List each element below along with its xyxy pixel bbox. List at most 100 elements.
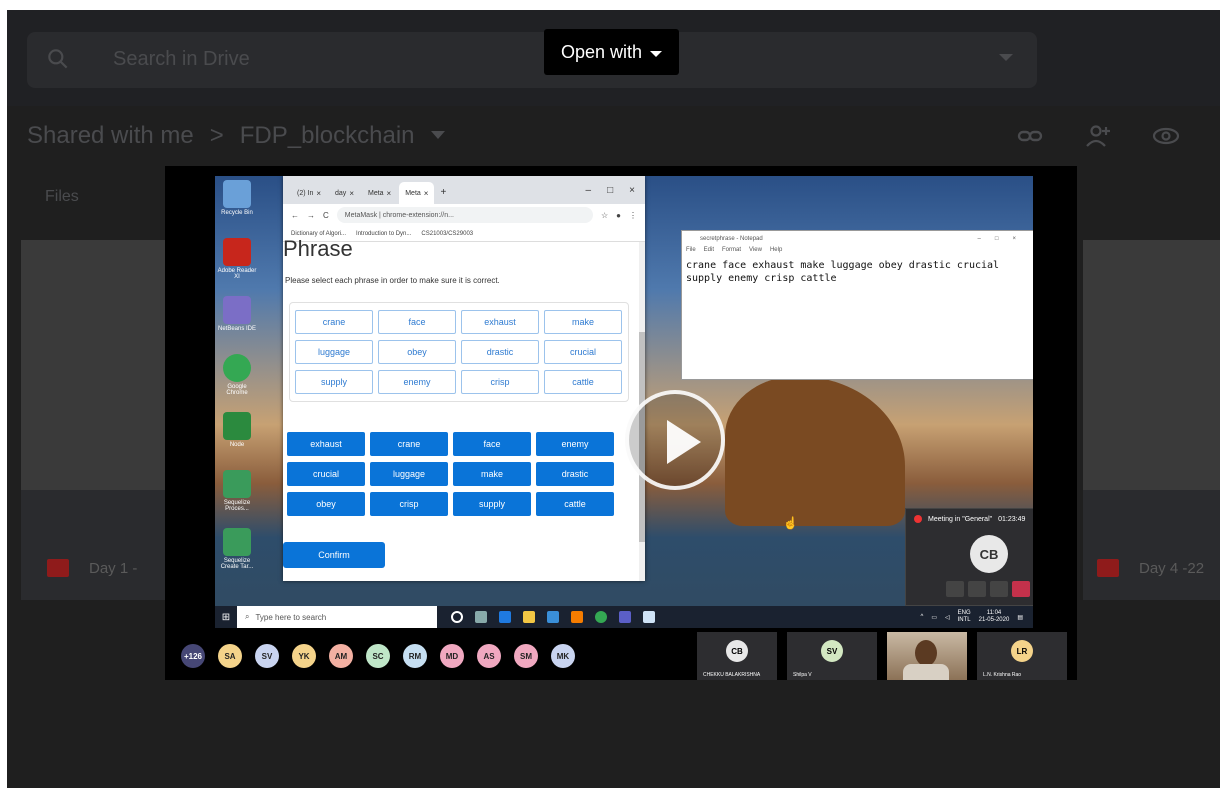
menu-file[interactable]: File (686, 247, 696, 257)
word-chip-drastic[interactable]: drastic (461, 340, 539, 364)
participant-overflow[interactable]: +126 (181, 644, 205, 668)
teams-taskbar-icon[interactable] (619, 611, 631, 623)
vlc-icon[interactable] (571, 611, 583, 623)
back-icon[interactable]: ← (291, 211, 299, 220)
participant-avatar[interactable]: YK (292, 644, 316, 668)
taskbar-search-input[interactable]: Type here to search (255, 613, 326, 622)
maximize-icon[interactable]: □ (607, 185, 613, 196)
search-input[interactable]: Search in Drive (113, 48, 250, 71)
menu-view[interactable]: View (749, 247, 762, 257)
play-button[interactable] (625, 390, 725, 490)
tab-4[interactable]: Meta × (399, 182, 435, 204)
chrome-taskbar-icon[interactable] (595, 611, 607, 623)
confirm-button[interactable]: Confirm (283, 542, 385, 568)
notifications-icon[interactable]: ▤ (1017, 614, 1023, 621)
close-icon[interactable]: × (316, 189, 321, 198)
word-chip-make[interactable]: make (544, 310, 622, 334)
word-chip-crisp[interactable]: crisp (461, 370, 539, 394)
file-card-left[interactable]: Day 1 - (21, 240, 167, 600)
tab-1[interactable]: (2) In × (291, 182, 328, 204)
participant-avatar[interactable]: SA (218, 644, 242, 668)
video-player[interactable]: Recycle Bin Adobe Reader XI NetBeans IDE… (165, 166, 1077, 680)
participant-avatar[interactable]: SV (255, 644, 279, 668)
bookmark-item[interactable]: Introduction to Dyn... (356, 231, 411, 237)
word-chip-crucial[interactable]: crucial (287, 462, 365, 486)
participant-avatar[interactable]: MK (551, 644, 575, 668)
search-icon[interactable] (45, 46, 71, 72)
address-bar[interactable]: MetaMask | chrome-extension://n... (336, 207, 593, 223)
network-icon[interactable]: ▭ (931, 614, 937, 621)
word-chip-crisp[interactable]: crisp (370, 492, 448, 516)
word-chip-supply[interactable]: supply (453, 492, 531, 516)
word-chip-luggage[interactable]: luggage (370, 462, 448, 486)
close-icon[interactable]: × (424, 189, 429, 198)
cortana-icon[interactable] (451, 611, 463, 623)
word-chip-obey[interactable]: obey (378, 340, 456, 364)
word-chip-crane[interactable]: crane (370, 432, 448, 456)
word-chip-exhaust[interactable]: exhaust (287, 432, 365, 456)
windows-start-icon[interactable]: ⊞ (215, 606, 237, 628)
clock[interactable]: 11:04 21-05-2020 (979, 610, 1010, 624)
chevron-down-icon[interactable] (430, 131, 445, 141)
star-icon[interactable]: ☆ (601, 211, 608, 220)
close-icon[interactable]: × (629, 185, 635, 196)
open-with-button[interactable]: Open with (544, 29, 679, 75)
link-icon[interactable] (1016, 122, 1044, 150)
breadcrumb-parent[interactable]: Shared with me (27, 122, 194, 150)
participant-avatar[interactable]: MD (440, 644, 464, 668)
new-tab-button[interactable]: + (436, 187, 450, 204)
menu-format[interactable]: Format (722, 247, 741, 257)
menu-icon[interactable]: ⋮ (629, 211, 637, 220)
minimize-icon[interactable]: – (586, 185, 592, 196)
word-chip-supply[interactable]: supply (295, 370, 373, 394)
drive-search-bar[interactable]: Search in Drive (27, 32, 1037, 88)
participant-avatar[interactable]: AM (329, 644, 353, 668)
word-chip-make[interactable]: make (453, 462, 531, 486)
store-icon[interactable] (547, 611, 559, 623)
word-chip-luggage[interactable]: luggage (295, 340, 373, 364)
add-person-icon[interactable] (1084, 122, 1112, 150)
edge-icon[interactable] (499, 611, 511, 623)
word-chip-face[interactable]: face (453, 432, 531, 456)
notepad-text-area[interactable]: crane face exhaust make luggage obey dra… (682, 257, 1033, 287)
forward-icon[interactable]: → (307, 211, 315, 220)
close-icon[interactable]: × (387, 189, 392, 198)
tab-2[interactable]: day × (329, 182, 360, 204)
input-language[interactable]: ENG INTL (958, 610, 971, 624)
reload-icon[interactable]: C (323, 211, 329, 220)
word-chip-drastic[interactable]: drastic (536, 462, 614, 486)
hang-up-icon[interactable] (1012, 581, 1030, 597)
task-view-icon[interactable] (475, 611, 487, 623)
eye-icon[interactable] (1152, 122, 1180, 150)
menu-help[interactable]: Help (770, 247, 782, 257)
word-chip-cattle[interactable]: cattle (536, 492, 614, 516)
word-chip-cattle[interactable]: cattle (544, 370, 622, 394)
word-chip-enemy[interactable]: enemy (378, 370, 456, 394)
word-chip-enemy[interactable]: enemy (536, 432, 614, 456)
file-explorer-icon[interactable] (523, 611, 535, 623)
volume-icon[interactable]: ◁ (945, 614, 950, 621)
camera-icon[interactable] (946, 581, 964, 597)
close-icon[interactable]: × (349, 189, 354, 198)
participant-avatar[interactable]: AS (477, 644, 501, 668)
tray-chevron-icon[interactable]: ^ (920, 614, 923, 620)
participant-avatar[interactable]: SM (514, 644, 538, 668)
file-card-right[interactable]: Day 4 -22 (1083, 240, 1220, 600)
bookmark-item[interactable]: CS21003/CS29003 (421, 231, 473, 237)
tab-3[interactable]: Meta × (361, 182, 398, 204)
word-chip-exhaust[interactable]: exhaust (461, 310, 539, 334)
profile-icon[interactable]: ● (616, 211, 621, 220)
word-chip-crucial[interactable]: crucial (544, 340, 622, 364)
microphone-icon[interactable] (968, 581, 986, 597)
menu-edit[interactable]: Edit (704, 247, 714, 257)
word-chip-obey[interactable]: obey (287, 492, 365, 516)
window-controls[interactable]: –□× (978, 236, 1033, 242)
word-chip-face[interactable]: face (378, 310, 456, 334)
search-options-chevron-icon[interactable] (999, 54, 1013, 61)
share-screen-icon[interactable] (990, 581, 1008, 597)
breadcrumb-current[interactable]: FDP_blockchain (240, 122, 415, 150)
notepad-taskbar-icon[interactable] (643, 611, 655, 623)
participant-avatar[interactable]: SC (366, 644, 390, 668)
taskbar-search[interactable]: ⌕ Type here to search (237, 606, 437, 628)
word-chip-crane[interactable]: crane (295, 310, 373, 334)
